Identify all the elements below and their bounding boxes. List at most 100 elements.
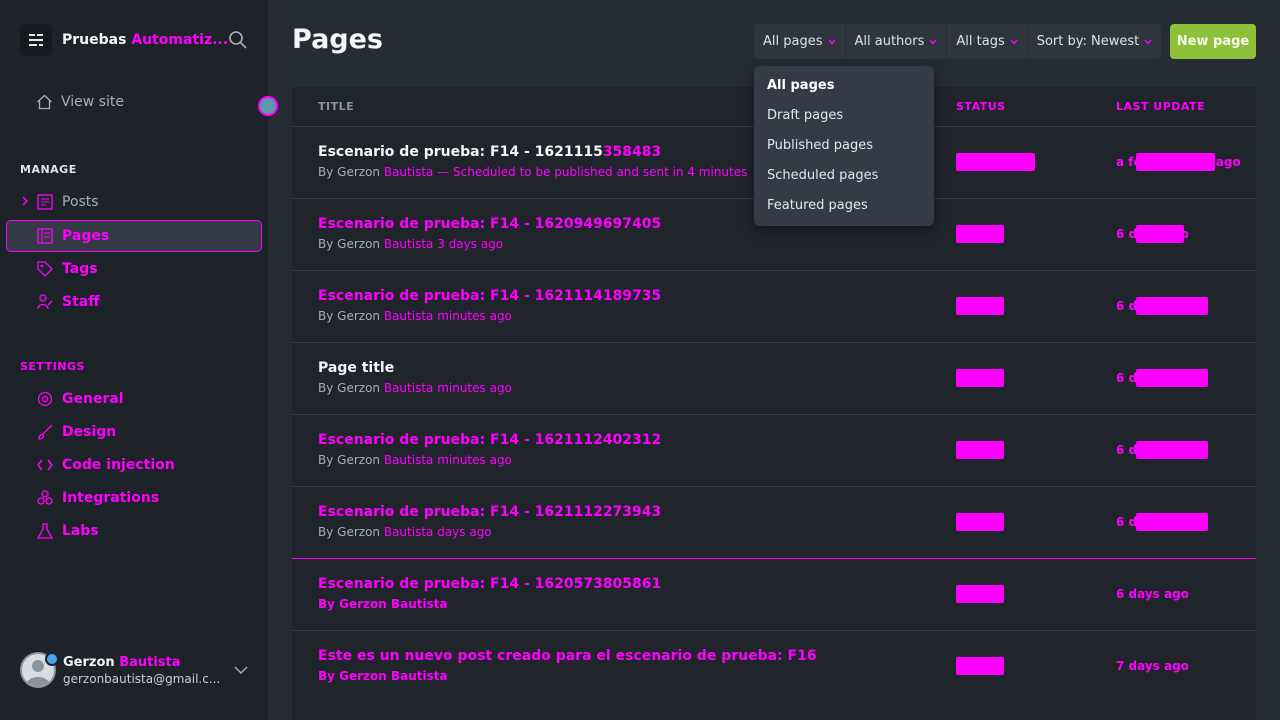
- sidebar-item-label: Design: [62, 424, 117, 440]
- status-indicator[interactable]: [258, 96, 278, 116]
- sidebar-item-posts[interactable]: Posts: [36, 192, 99, 212]
- page-title-cell[interactable]: Escenario de prueba: F14 - 1621114189735: [318, 288, 661, 304]
- brand-logo: [20, 24, 52, 56]
- status-badge: [956, 513, 1004, 531]
- sidebar-item-staff[interactable]: Staff: [36, 292, 100, 312]
- chevron-down-icon: [827, 39, 836, 45]
- page-title-cell[interactable]: Este es un nuevo post creado para el esc…: [318, 648, 817, 664]
- sidebar-item-general[interactable]: General: [36, 389, 124, 409]
- view-site-label: View site: [61, 94, 124, 110]
- row-author-overlay: Bautista — Scheduled to be published and…: [383, 165, 748, 179]
- sidebar-item-design[interactable]: Design: [36, 422, 116, 442]
- notification-badge: [45, 652, 59, 666]
- page-title-cell[interactable]: Page title: [318, 360, 394, 376]
- sidebar-item-label: Tags: [62, 261, 98, 277]
- sidebar-item-integrations[interactable]: Integrations: [36, 488, 159, 508]
- row-title-overlay: Escenario de prueba: F14 - 1620949697405: [318, 216, 662, 232]
- page-title-cell[interactable]: Escenario de prueba: F14 - 1621112402312: [318, 432, 661, 448]
- site-title-overlay: Automatiz...: [131, 32, 229, 48]
- last-update-overlay: [1136, 153, 1215, 171]
- chevron-down-icon: [1144, 39, 1152, 45]
- page-author: By Gerzon Bautista — Scheduled to be pub…: [318, 165, 747, 179]
- dropdown-item-published-pages[interactable]: Published pages: [754, 130, 934, 160]
- status-badge: [956, 441, 1004, 459]
- tag-icon: [36, 260, 54, 278]
- filter-type[interactable]: All pages: [754, 24, 846, 59]
- last-update-overlay: [1136, 369, 1208, 387]
- sidebar-item-labs[interactable]: Labs: [36, 521, 99, 541]
- table-row[interactable]: Escenario de prueba: F14 - 1621112402312…: [292, 414, 1256, 486]
- sidebar-item-tags[interactable]: Tags: [36, 259, 98, 279]
- code-icon: [36, 456, 54, 474]
- row-title-text: Page title: [318, 360, 395, 376]
- page-author: By Gerzon Bautista minutes ago: [318, 381, 512, 395]
- site-title-text: Pruebas: [62, 32, 127, 48]
- row-author-overlay: Bautista 3 days ago: [383, 237, 504, 251]
- search-icon[interactable]: [228, 30, 248, 50]
- table-row[interactable]: Escenario de prueba: F14 - 1620573805861…: [292, 558, 1256, 630]
- status-badge: [956, 585, 1004, 603]
- sidebar: Pruebas Automatiz... View site MANAGE Po…: [0, 0, 278, 720]
- last-update-text: 7 days ago: [1116, 659, 1189, 673]
- table-row[interactable]: Page title By Gerzon Bautista minutes ag…: [292, 342, 1256, 414]
- filter-sort[interactable]: Sort by: Newest: [1028, 24, 1162, 59]
- filter-label: All tags: [956, 34, 1005, 49]
- page-author: By Gerzon Bautista: [318, 597, 448, 611]
- integrations-icon: [36, 489, 54, 507]
- status-badge: [956, 297, 1004, 315]
- row-title-overlay: 358483: [602, 144, 662, 160]
- row-title-overlay: Escenario de prueba: F14 - 1621112402312: [318, 432, 662, 448]
- site-title: Pruebas Automatiz...: [62, 32, 228, 48]
- row-author-text: By Gerzon: [318, 453, 381, 467]
- page-title-cell[interactable]: Escenario de prueba: F14 - 1621112273943: [318, 504, 661, 520]
- sidebar-item-code-injection[interactable]: Code injection: [36, 455, 175, 475]
- page-author: By Gerzon Bautista 3 days ago: [318, 237, 503, 251]
- page-title-cell[interactable]: Escenario de prueba: F14 - 1621115358483: [318, 144, 661, 160]
- dropdown-item-all-pages[interactable]: All pages: [754, 70, 934, 100]
- new-page-button[interactable]: New page: [1170, 24, 1256, 59]
- sidebar-item-pages[interactable]: Pages: [36, 226, 109, 246]
- dropdown-item-scheduled-pages[interactable]: Scheduled pages: [754, 160, 934, 190]
- sidebar-item-label: Labs: [62, 523, 99, 539]
- page-type-dropdown: All pages Draft pages Published pages Sc…: [754, 66, 934, 226]
- dropdown-item-draft-pages[interactable]: Draft pages: [754, 100, 934, 130]
- row-author-text: By Gerzon: [318, 237, 381, 251]
- last-update-text: 6 days ago: [1116, 587, 1189, 601]
- table-row[interactable]: Escenario de prueba: F14 - 1621114189735…: [292, 270, 1256, 342]
- chevron-down-icon: [929, 39, 937, 45]
- user-last-name: Bautista: [119, 654, 181, 670]
- row-author-overlay: Bautista minutes ago: [383, 309, 512, 323]
- page-title-cell[interactable]: Escenario de prueba: F14 - 1620949697405: [318, 216, 661, 232]
- settings-section-label: SETTINGS: [20, 360, 85, 373]
- user-first-name: Gerzon: [63, 654, 115, 670]
- row-title-text: Escenario de prueba: F14 - 1621115: [318, 144, 603, 160]
- view-site-link[interactable]: View site: [36, 94, 124, 110]
- page-author: By Gerzon Bautista: [318, 669, 448, 683]
- filter-tag[interactable]: All tags: [947, 24, 1028, 59]
- filter-bar: All pages All authors All tags Sort by: …: [754, 24, 1162, 59]
- table-row[interactable]: Escenario de prueba: F14 - 1621112273943…: [292, 486, 1256, 558]
- brush-icon: [36, 423, 54, 441]
- manage-section-label: MANAGE: [20, 163, 77, 176]
- page-title: Pages: [292, 24, 383, 55]
- last-update-overlay: [1136, 225, 1184, 243]
- status-badge: [956, 657, 1004, 675]
- sidebar-item-label: Staff: [62, 294, 100, 310]
- row-author-overlay: Bautista minutes ago: [383, 381, 512, 395]
- filter-label: All pages: [763, 34, 823, 49]
- table-row[interactable]: Este es un nuevo post creado para el esc…: [292, 630, 1256, 702]
- chevron-right-icon[interactable]: [20, 196, 30, 206]
- row-author-overlay: Bautista days ago: [383, 525, 492, 539]
- staff-icon: [36, 293, 54, 311]
- row-title-overlay: Escenario de prueba: F14 - 1621114189735: [318, 288, 662, 304]
- filter-author[interactable]: All authors: [846, 24, 948, 59]
- chevron-down-icon[interactable]: [234, 665, 248, 675]
- page-title-cell[interactable]: Escenario de prueba: F14 - 1620573805861: [318, 576, 661, 592]
- user-email: gerzonbautista@gmail.c...: [63, 671, 221, 686]
- sidebar-item-label: General: [62, 391, 124, 407]
- filter-label: All authors: [854, 34, 925, 49]
- dropdown-item-featured-pages[interactable]: Featured pages: [754, 190, 934, 220]
- brand[interactable]: Pruebas Automatiz...: [20, 24, 228, 56]
- last-update-overlay: [1136, 297, 1208, 315]
- status-badge: [956, 225, 1004, 243]
